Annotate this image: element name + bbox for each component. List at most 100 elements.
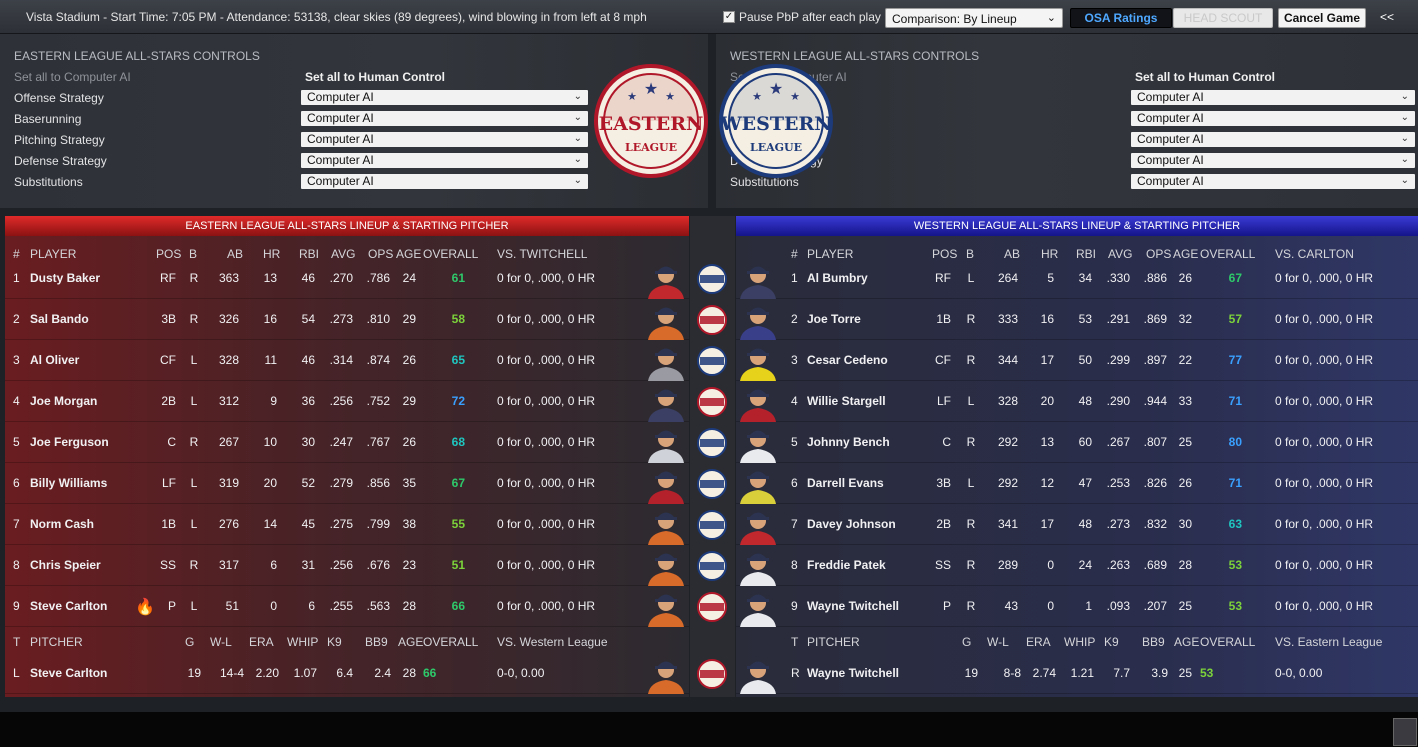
star-icon: ★ [644, 81, 658, 98]
player-portrait[interactable] [736, 382, 780, 422]
cell-num: 1 [13, 271, 20, 285]
cell-player[interactable]: Joe Torre [807, 312, 861, 326]
set-all-computer-ai-link[interactable]: Set all to Computer AI [14, 70, 131, 84]
pause-pbp-checkbox[interactable]: ✓ Pause PbP after each play [723, 10, 881, 24]
pitcher-header-pitcher: PITCHER [30, 635, 83, 649]
bottom-bar [0, 712, 1418, 747]
player-portrait[interactable] [736, 587, 780, 627]
comparison-select[interactable]: Comparison: By Lineup ⌄ [885, 8, 1063, 28]
player-portrait[interactable] [644, 505, 688, 545]
player-portrait[interactable] [644, 259, 688, 299]
set-all-human-control-link[interactable]: Set all to Human Control [1135, 70, 1275, 84]
player-portrait[interactable] [736, 654, 780, 694]
eastern-badge-icon [697, 305, 727, 335]
cell-ab: 51 [225, 599, 239, 613]
cell-b: R [966, 312, 976, 326]
player-portrait[interactable] [736, 546, 780, 586]
strategy-select[interactable]: Computer AI ⌄ [301, 132, 588, 147]
cell-avg: .093 [1106, 599, 1130, 613]
cell-player[interactable]: Al Bumbry [807, 271, 868, 285]
pitcher-cell-pitcher[interactable]: Wayne Twitchell [807, 666, 899, 680]
osa-ratings-button[interactable]: OSA Ratings [1070, 8, 1172, 28]
cell-ops: .874 [366, 353, 390, 367]
cell-ab: 363 [218, 271, 239, 285]
cell-overall: 53 [1228, 558, 1242, 572]
head-scout-button[interactable]: HEAD SCOUT [1173, 8, 1273, 28]
strategy-label: Defense Strategy [14, 154, 107, 168]
strategy-select[interactable]: Computer AI ⌄ [301, 111, 588, 126]
pitcher-header-age: AGE [1174, 635, 1200, 649]
cell-player[interactable]: Chris Speier [30, 558, 101, 572]
strategy-select[interactable]: Computer AI ⌄ [1131, 132, 1415, 147]
cell-avg: .256 [329, 558, 353, 572]
cell-player[interactable]: Willie Stargell [807, 394, 886, 408]
cell-b: R [966, 353, 976, 367]
player-portrait[interactable] [644, 464, 688, 504]
cell-vs: 0 for 0, .000, 0 HR [1275, 435, 1374, 449]
cell-b: R [966, 517, 976, 531]
cancel-game-button[interactable]: Cancel Game [1278, 8, 1366, 28]
cell-pos: 3B [161, 312, 176, 326]
star-icon: ★ [769, 81, 783, 98]
cell-player[interactable]: Johnny Bench [807, 435, 890, 449]
player-portrait[interactable] [736, 423, 780, 463]
checkbox-check-icon[interactable]: ✓ [723, 11, 735, 23]
cell-player[interactable]: Wayne Twitchell [807, 599, 899, 613]
cell-ops: .676 [366, 558, 390, 572]
cell-num: 4 [791, 394, 798, 408]
cell-rbi: 30 [301, 435, 315, 449]
cell-player[interactable]: Davey Johnson [807, 517, 896, 531]
pitcher-header-t: T [791, 635, 799, 649]
cell-player[interactable]: Dusty Baker [30, 271, 100, 285]
cell-player[interactable]: Norm Cash [30, 517, 94, 531]
player-portrait[interactable] [644, 423, 688, 463]
pitcher-cell-g: 19 [964, 666, 978, 680]
cell-player[interactable]: Darrell Evans [807, 476, 884, 490]
set-all-human-control-link[interactable]: Set all to Human Control [305, 70, 445, 84]
pitcher-header-wl: W-L [987, 635, 1009, 649]
player-portrait[interactable] [644, 300, 688, 340]
strategy-select-value: Computer AI [307, 111, 374, 125]
pitcher-cell-era: 2.20 [255, 666, 279, 680]
cell-b: L [967, 271, 975, 285]
player-portrait[interactable] [644, 382, 688, 422]
strategy-select-value: Computer AI [307, 153, 374, 167]
eastern-league-logo: ★ ★ ★ EASTERN LEAGUE [594, 64, 708, 178]
strategy-select[interactable]: Computer AI ⌄ [301, 153, 588, 168]
cell-age: 26 [402, 353, 416, 367]
collapse-button[interactable]: << [1380, 10, 1394, 24]
player-portrait[interactable] [644, 587, 688, 627]
strategy-select[interactable]: Computer AI ⌄ [1131, 90, 1415, 105]
cell-ab: 312 [218, 394, 239, 408]
cell-player[interactable]: Joe Ferguson [30, 435, 109, 449]
cell-player[interactable]: Freddie Patek [807, 558, 886, 572]
player-portrait[interactable] [644, 546, 688, 586]
cell-player[interactable]: Al Oliver [30, 353, 79, 367]
strategy-select[interactable]: Computer AI ⌄ [1131, 111, 1415, 126]
strategy-select[interactable]: Computer AI ⌄ [1131, 174, 1415, 189]
cell-overall: 57 [1228, 312, 1242, 326]
player-portrait[interactable] [736, 259, 780, 299]
cell-age: 29 [402, 312, 416, 326]
cell-player[interactable]: Sal Bando [30, 312, 89, 326]
player-portrait[interactable] [736, 505, 780, 545]
player-portrait[interactable] [736, 341, 780, 381]
cell-avg: .299 [1106, 353, 1130, 367]
player-portrait[interactable] [736, 464, 780, 504]
cell-ops: .799 [366, 517, 390, 531]
strategy-select[interactable]: Computer AI ⌄ [1131, 153, 1415, 168]
player-portrait[interactable] [644, 654, 688, 694]
western-badge-icon [697, 469, 727, 499]
player-portrait[interactable] [736, 300, 780, 340]
cell-player[interactable]: Billy Williams [30, 476, 107, 490]
cell-player[interactable]: Joe Morgan [30, 394, 97, 408]
cell-hr: 0 [1047, 599, 1054, 613]
cell-player[interactable]: Steve Carlton [30, 599, 107, 613]
strategy-select[interactable]: Computer AI ⌄ [301, 174, 588, 189]
pitcher-header-era: ERA [249, 635, 274, 649]
cell-player[interactable]: Cesar Cedeno [807, 353, 888, 367]
strategy-select[interactable]: Computer AI ⌄ [301, 90, 588, 105]
pitcher-cell-pitcher[interactable]: Steve Carlton [30, 666, 107, 680]
player-portrait[interactable] [644, 341, 688, 381]
cell-rbi: 46 [301, 353, 315, 367]
